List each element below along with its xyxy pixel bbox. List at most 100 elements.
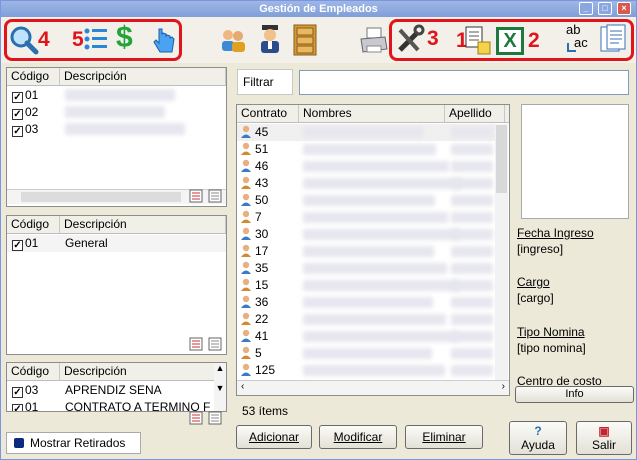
employee-row[interactable]: 125 <box>237 362 495 379</box>
employee-person-icon <box>241 346 251 359</box>
deselect-all-icon[interactable] <box>208 189 222 203</box>
employee-row[interactable]: 41 <box>237 328 495 345</box>
scroll-right-icon[interactable]: › <box>502 381 505 392</box>
exit-icon: ▣ <box>598 424 610 438</box>
col-descripcion[interactable]: Descripción <box>60 363 226 380</box>
list-icon[interactable] <box>84 27 108 53</box>
help-icon: ? <box>534 424 542 438</box>
employee-person-icon <box>241 244 251 257</box>
select-all-icon[interactable] <box>189 337 203 351</box>
employee-row[interactable]: 35 <box>237 260 495 277</box>
row-checkbox[interactable]: ✓ <box>12 240 23 251</box>
select-all-icon[interactable] <box>189 411 203 425</box>
excel-icon[interactable]: X <box>496 27 524 55</box>
row-checkbox[interactable]: ✓ <box>12 109 23 120</box>
employee-hscrollbar[interactable]: ‹ › <box>237 380 509 395</box>
deselect-all-icon[interactable] <box>208 411 222 425</box>
redacted-text <box>303 263 447 274</box>
employee-row[interactable]: 7 <box>237 209 495 226</box>
show-retired-toggle[interactable]: Mostrar Retirados <box>6 432 141 454</box>
export-document-icon[interactable] <box>464 26 492 56</box>
col-contrato[interactable]: Contrato <box>237 105 299 122</box>
tools-icon[interactable] <box>394 24 426 56</box>
hand-pointer-icon[interactable] <box>151 25 177 55</box>
employee-row[interactable]: 46 <box>237 158 495 175</box>
delete-button[interactable]: Eliminar <box>405 425 483 449</box>
col-descripcion[interactable]: Descripción <box>60 216 226 233</box>
scroll-thumb[interactable] <box>21 192 181 202</box>
help-label: Ayuda <box>521 438 555 452</box>
redacted-text <box>451 331 493 342</box>
info-button[interactable]: Info <box>515 386 634 403</box>
cargo-title: Cargo <box>517 275 550 289</box>
col-codigo[interactable]: Código <box>7 68 60 85</box>
employee-person-icon <box>241 193 251 206</box>
cargo-label: Cargo <box>517 275 550 289</box>
employee-row[interactable]: 36 <box>237 294 495 311</box>
employee-row[interactable]: 15 <box>237 277 495 294</box>
grid-contract-type: Código Descripción ✓ 03 APRENDIZ SENA ✓ 01 C… <box>6 362 227 412</box>
select-all-icon[interactable] <box>189 189 203 203</box>
dollar-icon[interactable]: $ <box>116 21 133 55</box>
tipo-nomina-value: [tipo nomina] <box>517 341 586 355</box>
grid1-row[interactable]: ✓ 01 <box>7 87 38 104</box>
col-apellido[interactable]: Apellido <box>445 105 505 122</box>
employee-row[interactable]: 43 <box>237 175 495 192</box>
search-icon[interactable] <box>9 25 39 55</box>
help-button[interactable]: ? Ayuda <box>509 421 567 455</box>
employee-row[interactable]: 45 <box>237 124 495 141</box>
contract-number: 15 <box>255 278 269 292</box>
grid3-vscrollbar[interactable]: ▲ ▼ <box>214 363 226 411</box>
grid1-row[interactable]: ✓ 03 <box>7 121 38 138</box>
deselect-all-icon[interactable] <box>208 337 222 351</box>
grid-departments: Código Descripción ✓ 01 ✓ 02 ✓ 03 <box>6 67 227 207</box>
contract-number: 17 <box>255 244 269 258</box>
grid3-row[interactable]: ✓ 01 CONTRATO A TERMINO F <box>7 399 210 411</box>
toggle-indicator[interactable] <box>14 438 24 448</box>
employee-icon[interactable] <box>256 23 284 55</box>
file-cabinet-icon[interactable] <box>292 24 318 56</box>
label-2: 2 <box>528 29 540 52</box>
redacted-text <box>451 161 493 172</box>
close-button[interactable]: × <box>617 2 631 15</box>
col-codigo[interactable]: Código <box>7 216 60 233</box>
employee-vscrollbar[interactable] <box>495 124 508 380</box>
employee-row[interactable]: 22 <box>237 311 495 328</box>
redacted-text <box>303 314 446 325</box>
row-checkbox[interactable]: ✓ <box>12 387 23 398</box>
filter-input[interactable] <box>299 70 629 95</box>
scroll-thumb[interactable] <box>496 125 507 193</box>
employee-person-icon <box>241 176 251 189</box>
col-codigo[interactable]: Código <box>7 363 60 380</box>
contract-number: 22 <box>255 312 269 326</box>
redacted-text <box>303 229 461 240</box>
users-icon[interactable] <box>218 26 248 54</box>
employee-row[interactable]: 5 <box>237 345 495 362</box>
minimize-button[interactable]: _ <box>579 2 593 15</box>
grid2-row[interactable]: ✓ 01 General <box>7 235 226 252</box>
edit-button[interactable]: Modificar <box>319 425 397 449</box>
redacted-text <box>303 178 462 189</box>
row-checkbox[interactable]: ✓ <box>12 92 23 103</box>
employee-row[interactable]: 50 <box>237 192 495 209</box>
scroll-left-icon[interactable]: ‹ <box>241 381 244 392</box>
grid1-row[interactable]: ✓ 02 <box>7 104 38 121</box>
grid3-row[interactable]: ✓ 03 APRENDIZ SENA <box>7 382 162 399</box>
exit-button[interactable]: ▣ Salir <box>576 421 632 455</box>
col-nombres[interactable]: Nombres <box>299 105 445 122</box>
fecha-ingreso-title: Fecha Ingreso <box>517 226 594 240</box>
employee-row[interactable]: 17 <box>237 243 495 260</box>
col-descripcion[interactable]: Descripción <box>60 68 226 85</box>
employee-row[interactable]: 30 <box>237 226 495 243</box>
redacted-text <box>451 297 493 308</box>
maximize-button[interactable]: □ <box>598 2 612 15</box>
row-checkbox[interactable]: ✓ <box>12 404 23 411</box>
add-button[interactable]: Adicionar <box>236 425 312 449</box>
row-checkbox[interactable]: ✓ <box>12 126 23 137</box>
employee-row[interactable]: 51 <box>237 141 495 158</box>
printer-icon[interactable] <box>359 27 389 55</box>
employee-person-icon <box>241 329 251 342</box>
grid-payroll-type: Código Descripción ✓ 01 General <box>6 215 227 355</box>
document-icon[interactable] <box>599 24 629 56</box>
spell-check-icon[interactable]: ab ac <box>566 23 596 57</box>
